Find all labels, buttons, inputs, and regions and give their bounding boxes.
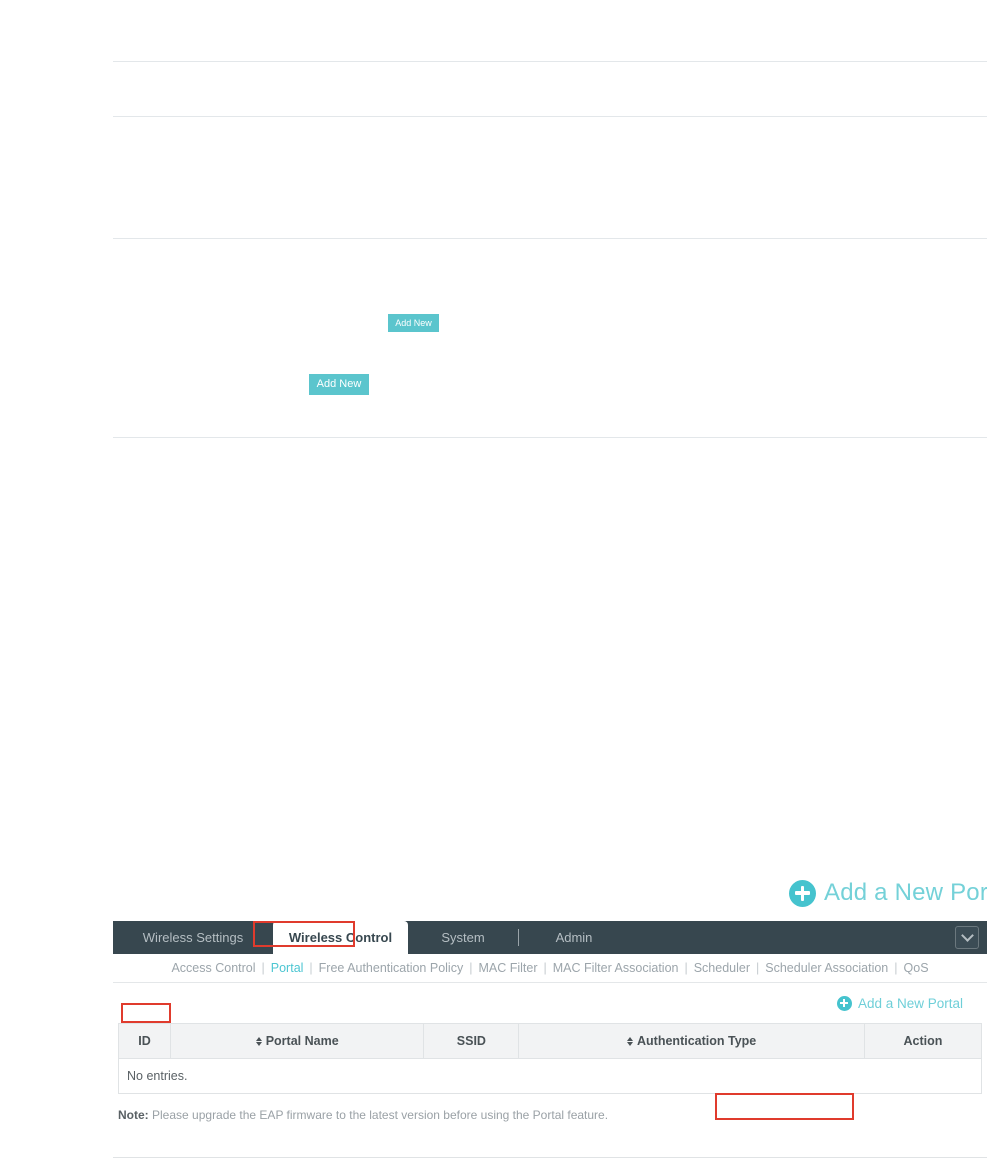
tab-wireless-control[interactable]: Wireless Control [273,921,408,954]
plus-circle-icon [789,879,816,907]
add-portal-row: Add a New Portal [113,983,987,1023]
add-a-new-portal-link-label: Add a New Portal [857,995,963,1011]
panel-bottom-divider [113,1157,987,1158]
sidebar-item-free-authentication-policy[interactable]: Free Authentication Policy [319,961,464,975]
sidebar-item-portal[interactable]: Portal [271,961,304,975]
chevron-down-icon[interactable] [955,926,979,949]
sub-nav-divider: | [261,961,265,975]
sidebar-item-mac-filter-association[interactable]: MAC Filter Association [553,961,679,975]
column-header-ssid-label: SSID [456,1034,486,1048]
device-web-ui-panel: Wireless Settings Wireless Control Syste… [113,921,987,1158]
tab-wireless-settings[interactable]: Wireless Settings [113,921,273,954]
divider-line-1 [113,61,987,62]
portal-table: ID Portal Name SSID Authentication Type … [118,1023,982,1094]
sub-nav-divider: | [543,961,547,975]
plus-circle-icon [836,995,852,1011]
sidebar-item-mac-filter[interactable]: MAC Filter [478,961,537,975]
main-navigation-bar: Wireless Settings Wireless Control Syste… [113,921,987,954]
divider-line-4 [113,437,987,438]
column-header-authentication-type-label: Authentication Type [637,1034,757,1048]
sidebar-item-scheduler-association[interactable]: Scheduler Association [765,961,888,975]
sub-nav-divider: | [309,961,313,975]
sort-arrows-icon[interactable] [255,1036,262,1046]
tab-admin[interactable]: Admin [519,921,629,954]
add-new-button-small[interactable]: Add New [388,314,439,332]
note-label: Note: [118,1108,149,1122]
sidebar-item-access-control[interactable]: Access Control [171,961,255,975]
divider-line-3 [113,238,987,239]
sub-nav-divider: | [684,961,688,975]
column-header-action: Action [864,1023,982,1059]
sub-nav-divider: | [756,961,760,975]
sub-nav-divider: | [894,961,898,975]
add-a-new-portal-callout: Add a New Portal [789,879,987,907]
add-a-new-portal-callout-label: Add a New Portal [824,879,987,906]
empty-state-message: No entries. [118,1058,982,1094]
sub-nav-divider: | [469,961,473,975]
sort-arrows-icon[interactable] [627,1036,634,1046]
column-header-portal-name[interactable]: Portal Name [170,1023,425,1059]
column-header-portal-name-label: Portal Name [265,1034,339,1048]
chevron-down-glyph [960,929,974,942]
note-body: Please upgrade the EAP firmware to the l… [152,1108,609,1122]
tab-system[interactable]: System [408,921,518,954]
sidebar-item-scheduler[interactable]: Scheduler [694,961,750,975]
add-a-new-portal-link[interactable]: Add a New Portal [836,995,963,1011]
sub-navigation-bar: Access Control | Portal | Free Authentic… [113,954,987,983]
table-header-row: ID Portal Name SSID Authentication Type … [118,1023,982,1059]
column-header-ssid: SSID [423,1023,520,1059]
column-header-authentication-type[interactable]: Authentication Type [518,1023,865,1059]
divider-line-2 [113,116,987,117]
add-new-button-large[interactable]: Add New [309,374,369,395]
column-header-id: ID [118,1023,172,1059]
column-header-id-label: ID [138,1034,151,1048]
column-header-action-label: Action [903,1034,943,1048]
table-row-empty: No entries. [118,1058,982,1094]
note-text: Note: Please upgrade the EAP firmware to… [113,1094,987,1122]
sidebar-item-qos[interactable]: QoS [904,961,929,975]
